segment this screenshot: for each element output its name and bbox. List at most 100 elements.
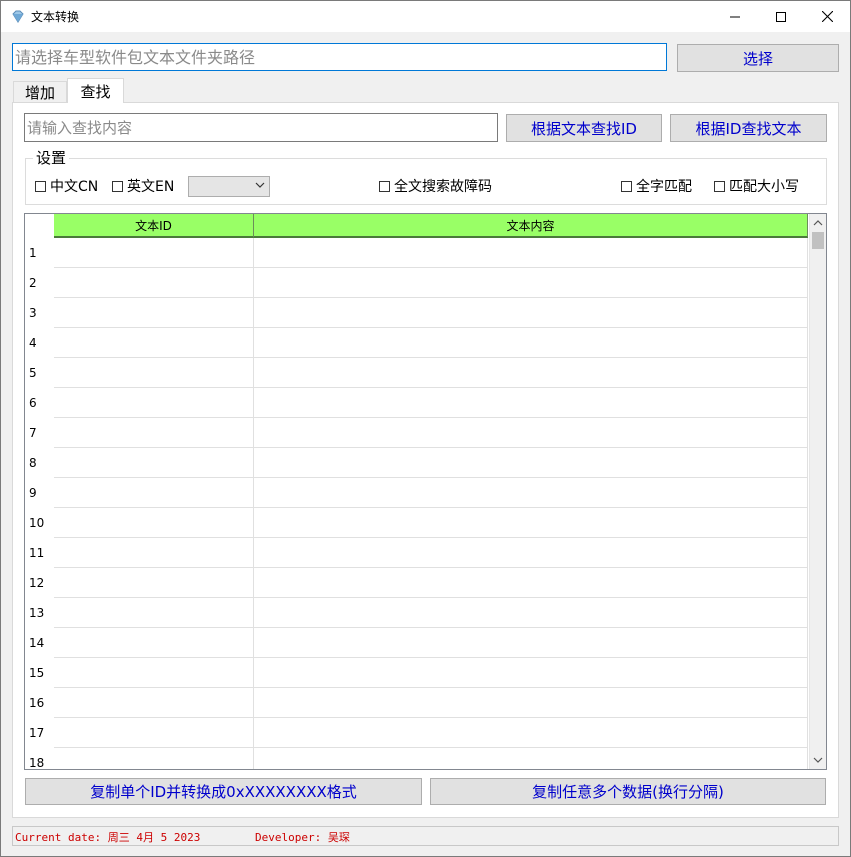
english-checkbox[interactable]: 英文EN [112, 176, 174, 196]
table-row[interactable]: 13 [25, 598, 808, 628]
row-number[interactable]: 11 [25, 538, 54, 568]
row-number[interactable]: 10 [25, 508, 54, 538]
row-number[interactable]: 1 [25, 238, 54, 268]
column-header-content[interactable]: 文本内容 [254, 214, 808, 238]
cell-text-id[interactable] [54, 358, 254, 388]
cell-text-content[interactable] [254, 718, 808, 748]
row-number[interactable]: 13 [25, 598, 54, 628]
row-number[interactable]: 5 [25, 358, 54, 388]
cell-text-content[interactable] [254, 268, 808, 298]
language-select[interactable] [188, 176, 270, 197]
cell-text-id[interactable] [54, 508, 254, 538]
row-number[interactable]: 15 [25, 658, 54, 688]
cell-text-id[interactable] [54, 538, 254, 568]
checkbox-box[interactable] [379, 180, 390, 192]
row-number[interactable]: 17 [25, 718, 54, 748]
row-number[interactable]: 12 [25, 568, 54, 598]
cell-text-content[interactable] [254, 298, 808, 328]
cell-text-content[interactable] [254, 328, 808, 358]
minimize-button[interactable] [712, 1, 758, 32]
scroll-down-arrow-icon[interactable] [813, 757, 823, 763]
cell-text-content[interactable] [254, 508, 808, 538]
cell-text-id[interactable] [54, 598, 254, 628]
cell-text-content[interactable] [254, 658, 808, 688]
table-row[interactable]: 17 [25, 718, 808, 748]
table-row[interactable]: 18 [25, 748, 808, 769]
fulltext-search-checkbox[interactable]: 全文搜索故障码 [379, 176, 492, 196]
copy-multiple-button[interactable]: 复制任意多个数据(换行分隔) [430, 778, 826, 805]
cell-text-content[interactable] [254, 748, 808, 769]
table-row[interactable]: 12 [25, 568, 808, 598]
checkbox-box[interactable] [621, 180, 632, 192]
cell-text-content[interactable] [254, 478, 808, 508]
table-row[interactable]: 8 [25, 448, 808, 478]
row-number[interactable]: 7 [25, 418, 54, 448]
table-row[interactable]: 5 [25, 358, 808, 388]
cell-text-content[interactable] [254, 538, 808, 568]
table-row[interactable]: 6 [25, 388, 808, 418]
cell-text-id[interactable] [54, 568, 254, 598]
cell-text-content[interactable] [254, 688, 808, 718]
cell-text-content[interactable] [254, 568, 808, 598]
grid-corner[interactable] [25, 214, 54, 238]
tab-find[interactable]: 查找 [67, 78, 124, 103]
table-row[interactable]: 7 [25, 418, 808, 448]
chinese-checkbox[interactable]: 中文CN [35, 176, 98, 196]
results-grid[interactable]: 文本ID 文本内容 1 2 3 4 5 6 7 8 9 10 11 12 13 14 15 16 17 18 [24, 213, 827, 770]
cell-text-id[interactable] [54, 328, 254, 358]
cell-text-content[interactable] [254, 388, 808, 418]
row-number[interactable]: 16 [25, 688, 54, 718]
search-input[interactable] [24, 113, 498, 142]
cell-text-content[interactable] [254, 418, 808, 448]
find-text-by-id-button[interactable]: 根据ID查找文本 [670, 114, 827, 142]
row-number[interactable]: 14 [25, 628, 54, 658]
table-row[interactable]: 4 [25, 328, 808, 358]
table-row[interactable]: 15 [25, 658, 808, 688]
cell-text-id[interactable] [54, 418, 254, 448]
maximize-button[interactable] [758, 1, 804, 32]
row-number[interactable]: 3 [25, 298, 54, 328]
cell-text-id[interactable] [54, 658, 254, 688]
row-number[interactable]: 6 [25, 388, 54, 418]
cell-text-id[interactable] [54, 238, 254, 268]
checkbox-box[interactable] [112, 180, 123, 192]
grid-vertical-scrollbar[interactable] [809, 214, 826, 769]
table-row[interactable]: 11 [25, 538, 808, 568]
row-number[interactable]: 8 [25, 448, 54, 478]
table-row[interactable]: 10 [25, 508, 808, 538]
cell-text-content[interactable] [254, 358, 808, 388]
cell-text-content[interactable] [254, 238, 808, 268]
row-number[interactable]: 4 [25, 328, 54, 358]
row-number[interactable]: 9 [25, 478, 54, 508]
checkbox-box[interactable] [35, 180, 46, 192]
column-header-id[interactable]: 文本ID [54, 214, 254, 238]
table-row[interactable]: 9 [25, 478, 808, 508]
select-folder-button[interactable]: 选择 [677, 44, 839, 72]
cell-text-id[interactable] [54, 748, 254, 769]
table-row[interactable]: 2 [25, 268, 808, 298]
row-number[interactable]: 2 [25, 268, 54, 298]
cell-text-content[interactable] [254, 448, 808, 478]
cell-text-id[interactable] [54, 478, 254, 508]
table-row[interactable]: 16 [25, 688, 808, 718]
cell-text-id[interactable] [54, 718, 254, 748]
cell-text-id[interactable] [54, 388, 254, 418]
cell-text-id[interactable] [54, 298, 254, 328]
cell-text-content[interactable] [254, 598, 808, 628]
find-id-by-text-button[interactable]: 根据文本查找ID [506, 114, 662, 142]
cell-text-id[interactable] [54, 268, 254, 298]
table-row[interactable]: 14 [25, 628, 808, 658]
title-bar[interactable]: 文本转换 [1, 1, 850, 32]
cell-text-id[interactable] [54, 628, 254, 658]
table-row[interactable]: 3 [25, 298, 808, 328]
cell-text-id[interactable] [54, 688, 254, 718]
copy-id-hex-button[interactable]: 复制单个ID并转换成0xXXXXXXXX格式 [25, 778, 422, 805]
table-row[interactable]: 1 [25, 238, 808, 268]
tab-add[interactable]: 增加 [13, 81, 67, 103]
folder-path-input[interactable] [12, 43, 667, 71]
close-button[interactable] [804, 1, 850, 32]
row-number[interactable]: 18 [25, 748, 54, 769]
cell-text-id[interactable] [54, 448, 254, 478]
match-case-checkbox[interactable]: 匹配大小写 [714, 176, 799, 196]
cell-text-content[interactable] [254, 628, 808, 658]
